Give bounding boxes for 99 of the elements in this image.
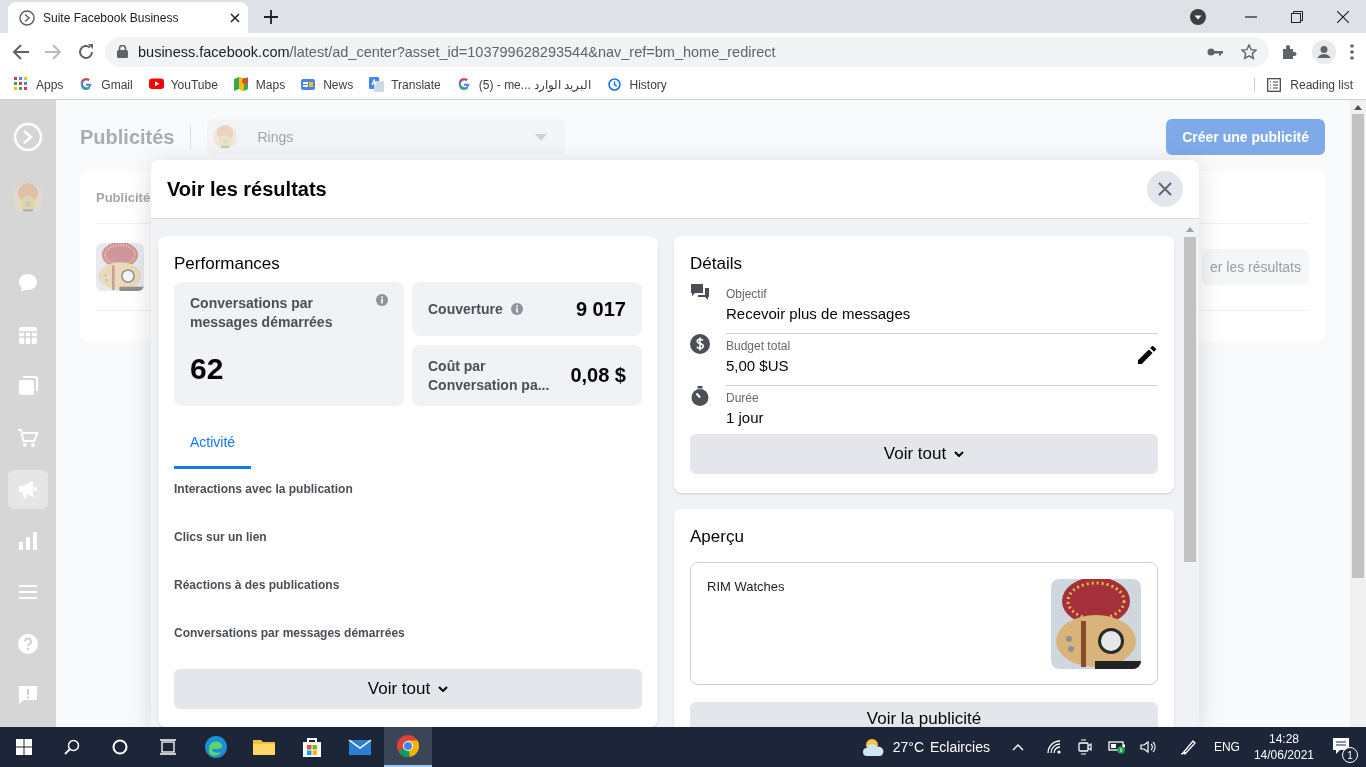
- browser-tab[interactable]: Suite Facebook Business: [8, 2, 248, 33]
- bookmark[interactable]: Translate: [369, 77, 441, 92]
- activity-item: Réactions à des publications: [174, 578, 340, 592]
- pen-icon[interactable]: [1179, 739, 1198, 755]
- metric-label: Conversations par messages démarrées: [190, 294, 334, 332]
- camera-icon[interactable]: [1077, 739, 1092, 755]
- map-icon: [233, 77, 249, 92]
- caret-icon: [535, 133, 548, 141]
- google-icon: [456, 77, 472, 92]
- bookmark[interactable]: YouTube: [148, 77, 218, 92]
- chevron-down-icon: [954, 451, 965, 457]
- cart-icon: [17, 426, 39, 449]
- metric-value: 0,08 $: [570, 364, 626, 387]
- activity-item: Clics sur un lien: [174, 530, 267, 544]
- page-logo-icon: [19, 9, 35, 26]
- circle-icon: [112, 739, 128, 755]
- megaphone-icon: [17, 478, 39, 501]
- battery-icon[interactable]: [1107, 740, 1126, 754]
- search-icon: [64, 739, 80, 755]
- bar-chart-icon: [17, 529, 39, 552]
- windows-icon: [16, 739, 32, 755]
- field-label: Budget total: [726, 339, 791, 353]
- page-name: RIM Watches: [707, 579, 786, 594]
- new-tab-icon[interactable]: [264, 10, 278, 24]
- see-all-button[interactable]: Voir tout: [690, 434, 1158, 474]
- apps-grid-icon: [14, 77, 29, 92]
- stopwatch-icon: [690, 386, 710, 406]
- close-icon[interactable]: [230, 12, 240, 23]
- restore-icon[interactable]: [1291, 10, 1303, 23]
- dialog-title: Voir les résultats: [167, 177, 328, 201]
- news-icon: [301, 77, 317, 92]
- chat-icon: [690, 282, 710, 302]
- page-title: Publicités: [80, 125, 175, 149]
- language-indicator[interactable]: ENG: [1213, 740, 1240, 754]
- pencil-icon[interactable]: [1138, 346, 1156, 364]
- play-icon: [148, 77, 164, 92]
- pages-icon: [17, 375, 39, 398]
- chevron-up-icon[interactable]: [1011, 743, 1024, 751]
- chevron-down-icon: [438, 686, 449, 692]
- field-label: Durée: [726, 391, 759, 405]
- reading-list-button[interactable]: Reading list: [1254, 77, 1353, 92]
- temperature: 27°C: [892, 739, 924, 755]
- clock[interactable]: 14:28 14/06/2021: [1253, 731, 1314, 763]
- card-title: Aperçu: [690, 527, 745, 547]
- bookmark[interactable]: (5) - me... البريد الوارد: [456, 77, 592, 92]
- tab[interactable]: Activité: [174, 424, 252, 469]
- bookmark[interactable]: Maps: [233, 77, 286, 92]
- close-icon[interactable]: [1337, 10, 1349, 23]
- speaker-icon[interactable]: [1139, 740, 1158, 754]
- feedback-icon: [17, 684, 39, 707]
- field-value: 1 jour: [726, 409, 764, 426]
- activity-item: Interactions avec la publication: [174, 482, 353, 496]
- bookmark[interactable]: History: [607, 77, 667, 92]
- see-all-button[interactable]: Voir tout: [174, 669, 642, 709]
- wifi-icon[interactable]: [1045, 740, 1062, 754]
- key-icon[interactable]: [1207, 46, 1223, 57]
- puzzle-icon[interactable]: [1281, 43, 1297, 60]
- card-title: Détails: [690, 254, 743, 274]
- dollar-icon: [690, 334, 710, 354]
- translate-icon: [369, 77, 385, 92]
- card-title: Performances: [174, 254, 281, 274]
- activity-item: Conversations par messages démarrées: [174, 626, 405, 640]
- help-icon: [17, 632, 39, 655]
- star-icon[interactable]: [1241, 43, 1257, 60]
- reload-icon[interactable]: [77, 42, 95, 61]
- view-ad-button[interactable]: Voir la publicité: [690, 702, 1158, 727]
- chrome-icon: [396, 734, 420, 758]
- task-view-icon: [159, 739, 177, 755]
- bookmark[interactable]: Apps: [14, 77, 64, 92]
- scrollbar[interactable]: [1350, 100, 1366, 727]
- more-icon[interactable]: [1350, 43, 1354, 60]
- address-bar[interactable]: business.facebook.com/latest/ad_center?asset_id=103799628293544&nav_ref=bm_home_redirect: [105, 36, 1269, 67]
- store-bag-icon: [300, 735, 324, 759]
- scroll-up-icon: [1186, 227, 1194, 232]
- field-value: Recevoir plus de messages: [726, 305, 911, 322]
- close-button[interactable]: [1147, 171, 1183, 207]
- metric-value: 9 017: [575, 297, 626, 321]
- notification-icon: [1332, 737, 1350, 755]
- tab-search-icon[interactable]: [1190, 8, 1206, 25]
- field-label: Objectif: [726, 287, 767, 301]
- profile-icon[interactable]: [1312, 39, 1336, 64]
- weather-text: Eclaircies: [930, 739, 990, 755]
- back-icon[interactable]: [12, 42, 30, 61]
- field-value: 5,00 $US: [726, 357, 789, 374]
- metric-label: Couverture: [428, 299, 503, 319]
- column-header: Publicité: [96, 189, 151, 205]
- url-text: business.facebook.com/latest/ad_center?asset_id=103799628293544&nav_ref=bm_home_redirect: [138, 43, 777, 60]
- chat-icon: [17, 272, 39, 295]
- lock-icon: [117, 45, 128, 58]
- weather-icon[interactable]: [862, 737, 885, 757]
- bookmark[interactable]: Gmail: [79, 77, 133, 92]
- scroll-up-icon: [1354, 105, 1362, 110]
- list-icon: [1267, 77, 1282, 92]
- bookmark[interactable]: News: [301, 77, 354, 92]
- close-icon: [1158, 182, 1172, 196]
- metric-label: Coût par Conversation pa...: [428, 356, 551, 395]
- edge-icon: [204, 735, 228, 759]
- history-icon: [607, 77, 623, 92]
- metric-value: 62: [190, 352, 225, 386]
